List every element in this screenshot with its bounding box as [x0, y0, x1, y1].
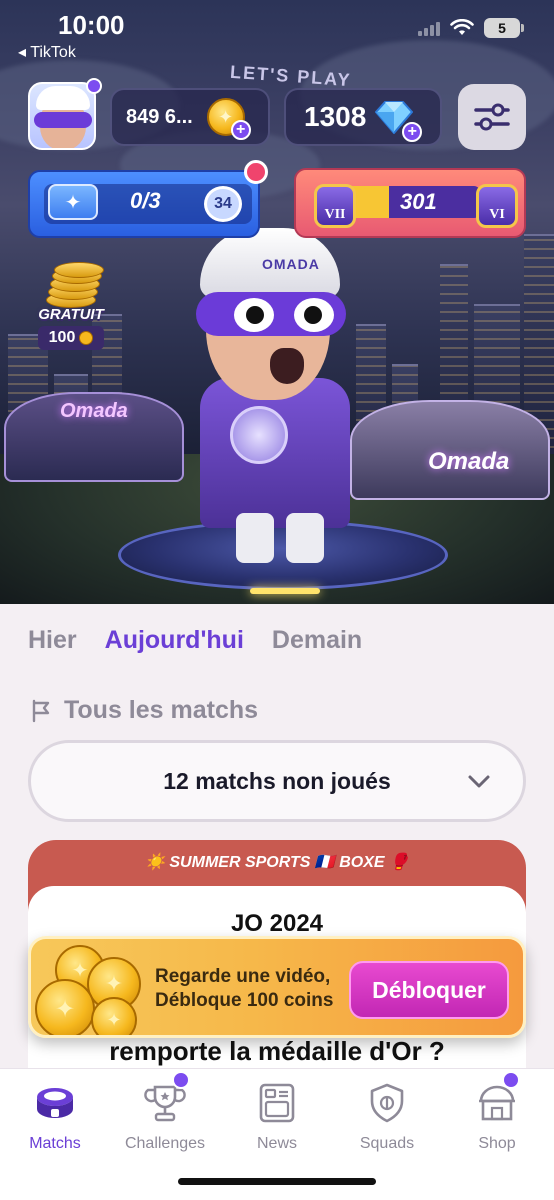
coin-pile-icon: ✦ ✦ ✦ ✦ [31, 939, 151, 1035]
matches-filter[interactable]: Tous les matchs [30, 696, 258, 725]
dropdown-value: 12 matchs non joués [163, 767, 391, 794]
status-icons: 5 [418, 18, 524, 38]
nav-squads[interactable]: Squads [332, 1081, 442, 1153]
add-coins-plus-icon[interactable]: + [230, 120, 251, 140]
nav-matchs[interactable]: Matchs [0, 1081, 110, 1153]
pedestal-light [250, 588, 320, 594]
nav-label: Shop [478, 1135, 516, 1152]
hero-scene: LET'S PLAY Omada Omada OMADA 10:00 ◂ Tik… [0, 0, 554, 604]
add-gems-plus-icon[interactable]: + [402, 122, 423, 142]
player-avatar-character[interactable]: OMADA [190, 228, 370, 578]
unlock-button[interactable]: Débloquer [349, 961, 509, 1019]
pass-level-badge: 34 [204, 186, 242, 222]
filter-label: Tous les matchs [64, 696, 259, 724]
gems-value: 1308 [304, 101, 367, 132]
shield-icon [370, 1083, 404, 1123]
back-app-label: TikTok [30, 44, 76, 61]
tab-hier[interactable]: Hier [28, 626, 77, 655]
matches-dropdown[interactable]: 12 matchs non joués [28, 740, 526, 822]
day-tabs: Hier Aujourd'hui Demain [28, 626, 362, 655]
rank-level-left: VII [324, 207, 346, 222]
back-to-tiktok-link[interactable]: ◂ TikTok [18, 42, 76, 62]
crown-icon: VII [314, 184, 356, 228]
shop-notification-dot [502, 1071, 520, 1089]
character-cap: OMADA [200, 228, 340, 298]
coin-icon [79, 331, 94, 345]
flag-icon [32, 699, 50, 722]
coins-value: 849 6... [126, 105, 193, 128]
nav-label: Matchs [29, 1135, 81, 1152]
settings-button[interactable] [458, 84, 526, 150]
cap-text: OMADA [262, 256, 320, 272]
gem-icon: + [374, 98, 423, 142]
challenges-notification-dot [172, 1071, 190, 1089]
gems-balance[interactable]: 1308 + [284, 88, 442, 146]
nav-label: News [256, 1135, 297, 1152]
character-eye [294, 298, 334, 332]
avatar-notification-dot [86, 78, 102, 94]
character-leg [236, 513, 274, 563]
unlock-video-banner[interactable]: ✦ ✦ ✦ ✦ Regarde une vidéo, Débloque 100 … [28, 936, 526, 1038]
nav-shop[interactable]: Shop [442, 1081, 552, 1153]
coins-balance[interactable]: 849 6... ✦ + [110, 88, 270, 146]
character-eye [234, 298, 274, 332]
tab-aujourdhui[interactable]: Aujourd'hui [105, 626, 244, 655]
banner-line-2: Débloque 100 coins [155, 990, 334, 1011]
coin-icon: ✦ + [206, 98, 251, 140]
stadium-left: Omada [4, 392, 184, 482]
free-amount-value: 100 [48, 329, 76, 346]
rank-level-right: VI [489, 207, 505, 222]
banner-text: Regarde une vidéo, Débloque 100 coins [155, 965, 333, 1013]
ticket-icon: ✦ [48, 184, 98, 220]
free-label: GRATUIT [38, 306, 104, 323]
character-belt [230, 406, 288, 464]
status-time: 10:00 [58, 10, 125, 40]
card-question: remporte la médaille d'Or ? [109, 1036, 445, 1066]
card-title: JO 2024 [230, 910, 324, 937]
nav-news[interactable]: News [222, 1081, 332, 1153]
wifi-icon [450, 19, 474, 35]
tab-demain[interactable]: Demain [272, 626, 362, 655]
pass-progress: 0/3 [130, 188, 161, 213]
nav-challenges[interactable]: Challenges [110, 1081, 220, 1153]
chevron-down-icon [468, 775, 490, 788]
nav-label: Challenges [124, 1135, 206, 1152]
battery-icon: 5 [484, 18, 524, 38]
nav-label: Squads [359, 1135, 415, 1152]
crown-icon: VI [476, 184, 518, 228]
news-icon [259, 1083, 295, 1123]
card-header: ☀️ SUMMER SPORTS 🇫🇷 BOXE 🥊 [145, 854, 409, 871]
pass-notification-dot [244, 160, 268, 184]
rank-value: 301 [400, 189, 437, 214]
stadium-right-label: Omada [428, 448, 510, 475]
stadium-right: Omada [350, 400, 550, 500]
character-leg [286, 513, 324, 563]
home-indicator[interactable] [178, 1178, 376, 1185]
banner-line-1: Regarde une vidéo, [155, 966, 331, 987]
free-coins-button[interactable]: GRATUIT 100 [34, 262, 108, 354]
character-mouth [270, 348, 304, 384]
free-amount: 100 [38, 326, 104, 350]
stadium-left-label: Omada [60, 400, 128, 422]
signal-icon [418, 20, 440, 36]
stadium-icon [37, 1088, 73, 1118]
settings-sliders-icon [474, 103, 510, 131]
profile-avatar[interactable] [28, 82, 96, 150]
